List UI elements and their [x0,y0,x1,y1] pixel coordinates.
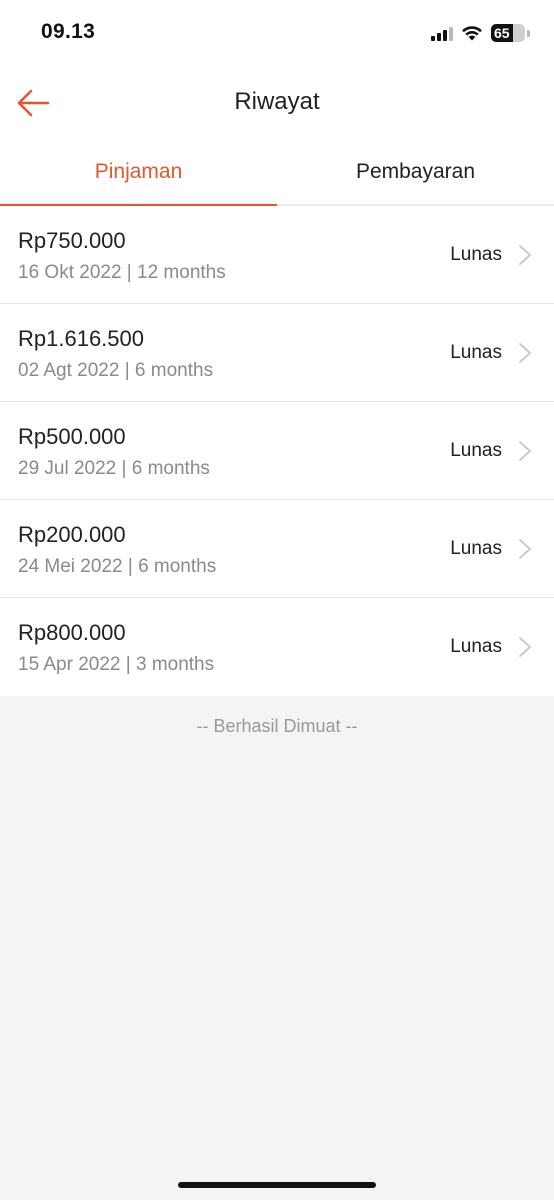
cellular-signal-icon [431,25,453,41]
battery-cap [527,29,530,37]
loan-item[interactable]: Rp750.000 16 Okt 2022 | 12 months Lunas [0,206,554,304]
loan-date-term: 15 Apr 2022 | 3 months [18,654,215,675]
chevron-right-icon [519,441,531,461]
screen: 09.13 65 Riwayat Pinjaman Pembayaran Rp7… [0,0,554,1200]
wifi-icon [461,25,483,41]
loan-item[interactable]: Rp800.000 15 Apr 2022 | 3 months Lunas [0,598,554,696]
loan-amount: Rp500.000 [18,424,126,449]
loan-item[interactable]: Rp500.000 29 Jul 2022 | 6 months Lunas [0,402,554,500]
loan-date-term: 29 Jul 2022 | 6 months [18,458,210,479]
loan-date-term: 16 Okt 2022 | 12 months [18,262,226,283]
loan-amount: Rp800.000 [18,620,126,645]
loan-item[interactable]: Rp1.616.500 02 Agt 2022 | 6 months Lunas [0,304,554,402]
status-icons: 65 [431,22,530,44]
loan-status: Lunas [450,636,502,657]
loan-date-term: 02 Agt 2022 | 6 months [18,360,214,381]
page-title: Riwayat [234,88,320,115]
loan-status: Lunas [450,244,502,265]
loan-status: Lunas [450,440,502,461]
loan-amount: Rp200.000 [18,522,126,547]
status-bar: 09.13 65 [0,0,554,66]
chevron-right-icon [519,245,531,265]
loaded-status-note: -- Berhasil Dimuat -- [196,716,358,736]
loan-amount: Rp1.616.500 [18,326,144,351]
header: Riwayat [0,66,554,140]
tab-pinjaman[interactable]: Pinjaman [0,140,277,206]
loan-date-term: 24 Mei 2022 | 6 months [18,556,217,577]
home-indicator[interactable] [178,1182,376,1188]
loan-item[interactable]: Rp200.000 24 Mei 2022 | 6 months Lunas [0,500,554,598]
chevron-right-icon [519,343,531,363]
loan-status: Lunas [450,342,502,363]
loan-amount: Rp750.000 [18,228,126,253]
chevron-right-icon [519,637,531,657]
status-time: 09.13 [41,20,96,43]
loan-history-list: Rp750.000 16 Okt 2022 | 12 months Lunas … [0,206,554,696]
tab-pembayaran[interactable]: Pembayaran [277,140,554,204]
loan-status: Lunas [450,538,502,559]
battery-percentage: 65 [494,25,510,41]
battery-icon: 65 [491,24,525,42]
tab-bar: Pinjaman Pembayaran [0,140,554,206]
chevron-right-icon [519,539,531,559]
